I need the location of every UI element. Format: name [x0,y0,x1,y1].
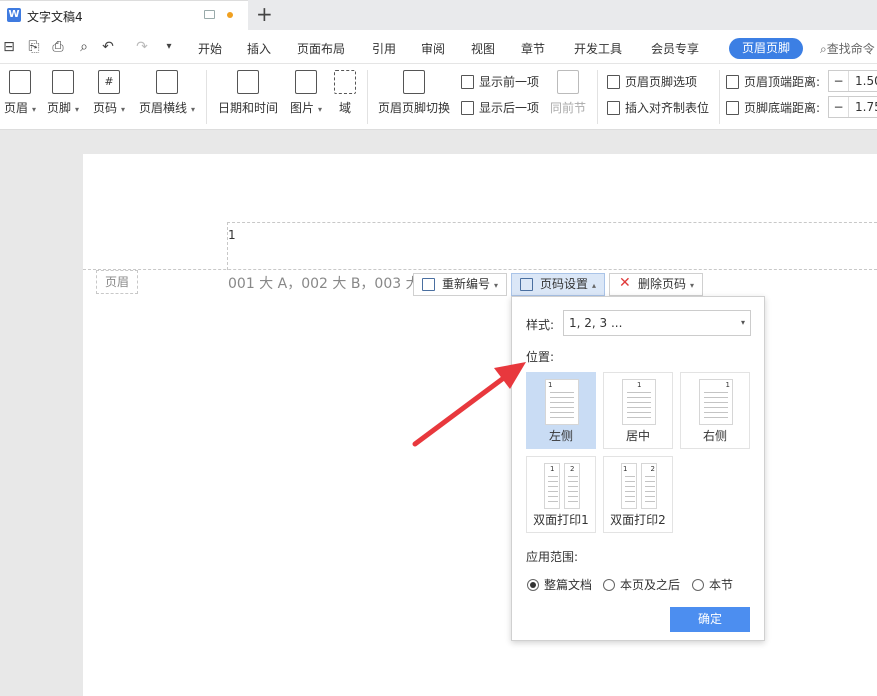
annotation-arrow-icon [412,362,526,447]
